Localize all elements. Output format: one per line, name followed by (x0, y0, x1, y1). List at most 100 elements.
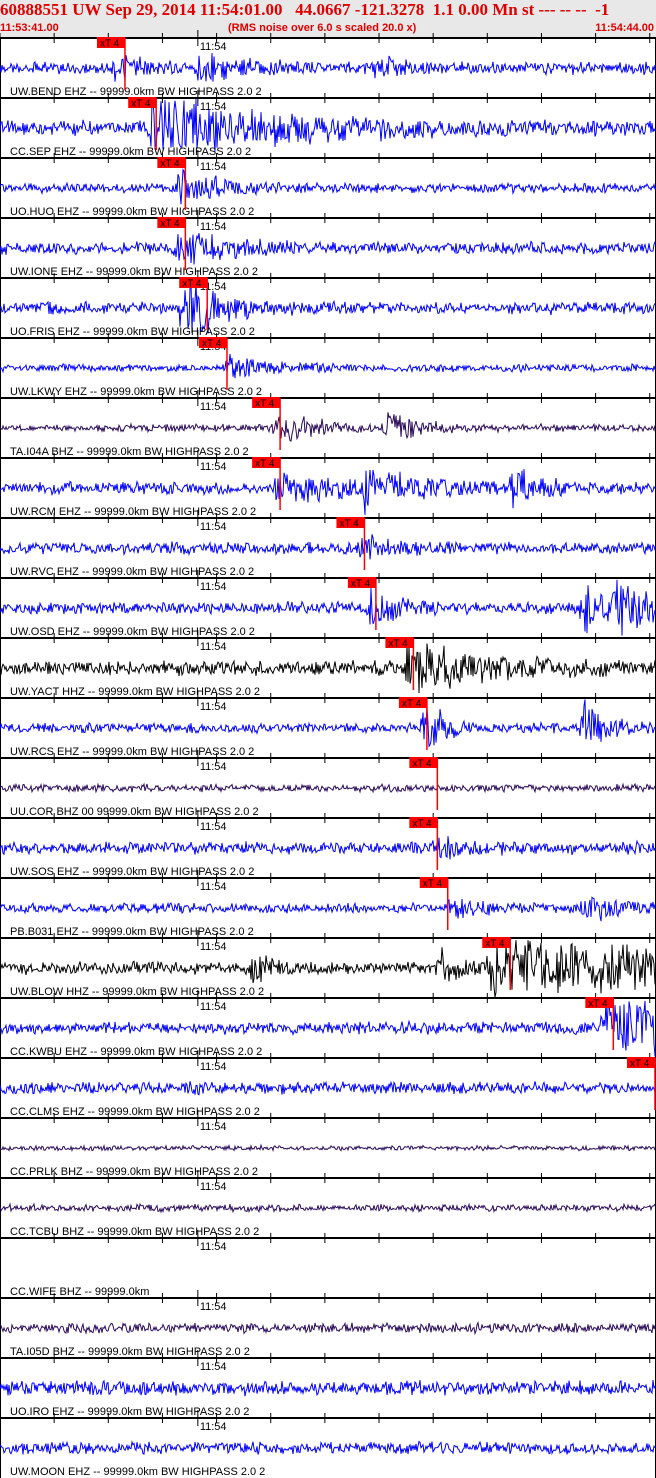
minute-tick-label: 11:54 (200, 701, 227, 713)
trace-uw-bend: 11:54 UW.BEND EHZ -- 99999.0km BW HIGHPAS… (0, 30, 656, 98)
pick-label: xT 4 (255, 399, 275, 410)
trace-uw-osd: 11:54 UW.OSD EHZ -- 99999.0km BW HIGHPASS… (0, 570, 656, 638)
trace-uw-blow: 11:54 UW.BLOW HHZ -- 99999.0km BW HIGHPAS… (0, 930, 656, 998)
trace-uw-sos: 11:54 UW.SOS EHZ -- 99999.0km BW HIGHPASS… (0, 810, 656, 878)
trace-ta-i05d: 11:54 TA.I05D BHZ -- 99999.0km BW HIGHPAS… (0, 1290, 656, 1358)
pick-label: xT 4 (131, 99, 151, 110)
waveform (0, 1080, 656, 1096)
waveform (0, 534, 656, 560)
minute-tick-label: 11:54 (200, 881, 227, 893)
station-label: UU.COR BHZ 00 99999.0km BW HIGHPASS 2.0 … (10, 806, 259, 818)
station-label: CC.KWBU EHZ -- 99999.0km BW HIGHPASS 2.0… (10, 1046, 262, 1058)
waveform (0, 99, 656, 152)
station-label: UW.SOS EHZ -- 99999.0km BW HIGHPASS 2.0 … (10, 866, 254, 878)
trace-uo-iro: 11:54 UO.IRO EHZ -- 99999.0km BW HIGHPASS… (0, 1350, 656, 1418)
trace-uo-fris: 11:54UO.FRIS EHZ -- 99999.0km BW HIGHPAS… (0, 270, 656, 338)
waveform (0, 353, 656, 379)
minute-tick-label: 11:54 (200, 1121, 227, 1133)
pick-label: xT 4 (100, 39, 120, 50)
minute-tick-label: 11:54 (200, 161, 227, 173)
trace-panel: 11:54 UW.BEND EHZ -- 99999.0km BW HIGHPAS… (0, 30, 656, 1478)
station-label: TA.I05D BHZ -- 99999.0km BW HIGHPASS 2.0… (10, 1346, 250, 1358)
waveform (0, 233, 656, 265)
station-label: UW.YACT HHZ -- 99999.0km BW HIGHPASS 2.0… (10, 686, 260, 698)
pick-label: xT 4 (339, 519, 359, 530)
trace-uw-rvc: 11:54 UW.RVC EHZ -- 99999.0km BW HIGHPASS… (0, 510, 656, 578)
station-label: TA.I04A BHZ -- 99999.0km BW HIGHPASS 2.0… (10, 446, 249, 458)
minute-tick-label: 11:54 (200, 941, 227, 953)
station-label: UO.FRIS EHZ -- 99999.0km BW HIGHPASS 2.0… (10, 326, 255, 338)
trace-cc-clms: 11:54 CC.CLMS EHZ -- 99999.0km BW HIGHPAS… (0, 1050, 656, 1118)
waveform (0, 896, 656, 922)
station-label: UW.RCS EHZ -- 99999.0km BW HIGHPASS 2.0 … (10, 746, 254, 758)
trace-pb-b031: 11:54 PB.B031 EHZ -- 99999.0km BW HIGHPAS… (0, 870, 656, 938)
waveform (0, 1379, 656, 1397)
trace-cc-kwbu: 11:54 CC.KWBU EHZ -- 99999.0km BW HIGHPAS… (0, 990, 656, 1058)
waveform (0, 412, 656, 442)
waveform (0, 53, 656, 82)
pick-label: xT 4 (402, 699, 422, 710)
minute-tick-label: 11:54 (200, 761, 227, 773)
seismogram-viewer: 60888551 UW Sep 29, 2014 11:54:01.00 44.… (0, 0, 656, 1478)
waveform (0, 1202, 656, 1214)
minute-tick-label: 11:54 (200, 1361, 227, 1373)
trace-uw-yact: 11:54 UW.YACT HHZ -- 99999.0km BW HIGHPAS… (0, 630, 656, 698)
station-label: CC.TCBU BHZ -- 99999.0km BW HIGHPASS 2.0… (10, 1226, 259, 1238)
trace-uw-lkwy: 11:54UW.LKWY EHZ -- 99999.0km BW HIGHPAS… (0, 330, 656, 398)
pick-label: xT 4 (630, 1059, 650, 1070)
trace-uw-ione: 11:54 UW.IONE EHZ -- 99999.0km BW HIGHPAS… (0, 210, 656, 278)
minute-tick-label: 11:54 (200, 1001, 227, 1013)
pick-label: xT 4 (423, 879, 443, 890)
waveform (0, 168, 656, 205)
station-label: CC.WIFE BHZ -- 99999.0km (10, 1286, 149, 1298)
waveform (0, 1440, 656, 1456)
station-label: CC.CLMS EHZ -- 99999.0km BW HIGHPASS 2.0… (10, 1106, 260, 1118)
pick-label: xT 4 (351, 579, 371, 590)
minute-tick-label: 11:54 (200, 221, 227, 233)
pick-label: xT 4 (388, 639, 408, 650)
station-label: UW.BEND EHZ -- 99999.0km BW HIGHPASS 2.0… (10, 86, 262, 98)
station-label: UW.BLOW HHZ -- 99999.0km BW HIGHPASS 2.0… (10, 986, 264, 998)
minute-tick-label: 11:54 (200, 1421, 227, 1433)
minute-tick-label: 11:54 (200, 581, 227, 593)
minute-tick-label: 11:54 (200, 821, 227, 833)
waveform (0, 782, 656, 794)
pick-label: xT 4 (160, 159, 180, 170)
station-label: PB.B031 EHZ -- 99999.0km BW HIGHPASS 2.0… (10, 926, 254, 938)
minute-tick-label: 11:54 (200, 1241, 227, 1253)
station-label: UW.IONE EHZ -- 99999.0km BW HIGHPASS 2.0… (10, 266, 258, 278)
pick-label: xT 4 (255, 459, 275, 470)
station-label: CC.PRLK BHZ -- 99999.0km BW HIGHPASS 2.0… (10, 1166, 258, 1178)
minute-tick-label: 11:54 (200, 41, 227, 53)
station-label: UW.RVC EHZ -- 99999.0km BW HIGHPASS 2.0 … (10, 566, 254, 578)
trace-uw-rcs: 11:54 UW.RCS EHZ -- 99999.0km BW HIGHPASS… (0, 690, 656, 758)
minute-tick-label: 11:54 (200, 641, 227, 653)
minute-tick-label: 11:54 (200, 1181, 227, 1193)
minute-tick-label: 11:54 (200, 461, 227, 473)
minute-tick-label: 11:54 (200, 521, 227, 533)
pick-label: xT 4 (160, 219, 180, 230)
pick-label: xT 4 (412, 759, 432, 770)
pick-label: xT 4 (182, 279, 202, 290)
station-label: UO.IRO EHZ -- 99999.0km BW HIGHPASS 2.0 … (10, 1406, 249, 1418)
pick-label: xT 4 (202, 339, 222, 350)
waveform (0, 1143, 656, 1153)
minute-tick-label: 11:54 (200, 1061, 227, 1073)
trace-uo-huo: 11:54 UO.HUO EHZ -- 99999.0km BW HIGHPASS… (0, 150, 656, 218)
station-label: UO.HUO EHZ -- 99999.0km BW HIGHPASS 2.0 … (10, 206, 254, 218)
trace-cc-sep: 11:54 CC.SEP EHZ -- 99999.0km BW HIGHPASS… (0, 90, 656, 158)
trace-uw-rcm: 11:54 UW.RCM EHZ -- 99999.0km BW HIGHPASS… (0, 450, 656, 518)
pick-label: xT 4 (485, 939, 505, 950)
station-label: UW.OSD EHZ -- 99999.0km BW HIGHPASS 2.0 … (10, 626, 255, 638)
trace-uu-cor: 11:54 UU.COR BHZ 00 99999.0km BW HIGHPASS… (0, 750, 656, 818)
station-label: UW.RCM EHZ -- 99999.0km BW HIGHPASS 2.0 … (10, 506, 256, 518)
pick-label: xT 4 (412, 819, 432, 830)
trace-cc-tcbu: 11:54 CC.TCBU BHZ -- 99999.0km BW HIGHPAS… (0, 1170, 656, 1238)
station-label: UW.LKWY EHZ -- 99999.0km BW HIGHPASS 2.0… (10, 386, 262, 398)
trace-cc-wife: 11:54 CC.WIFE BHZ -- 99999.0km (0, 1230, 656, 1298)
station-label: CC.SEP EHZ -- 99999.0km BW HIGHPASS 2.0 … (10, 146, 251, 158)
trace-cc-prlk: 11:54 CC.PRLK BHZ -- 99999.0km BW HIGHPAS… (0, 1110, 656, 1178)
station-label: UW.MOON EHZ -- 99999.0km BW HIGHPASS 2.0… (10, 1466, 265, 1478)
minute-tick-label: 11:54 (200, 1301, 227, 1313)
trace-ta-i04a: 11:54 TA.I04A BHZ -- 99999.0km BW HIGHPAS… (0, 390, 656, 458)
